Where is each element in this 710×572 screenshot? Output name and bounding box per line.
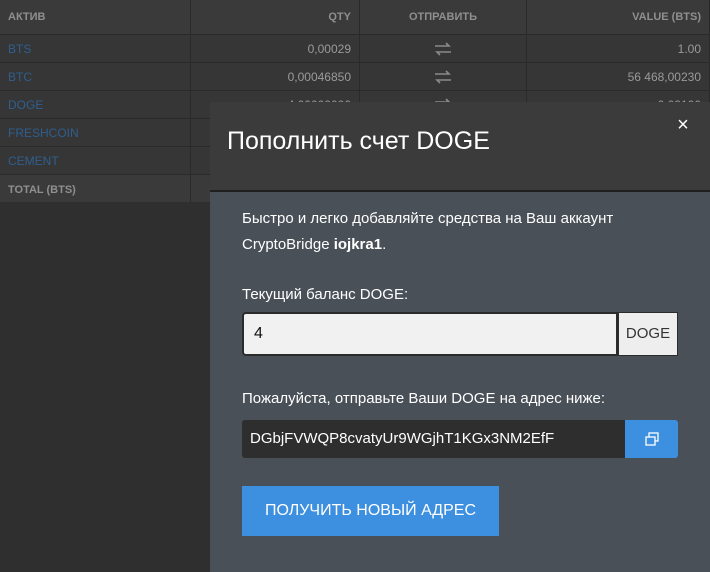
total-label: TOTAL (BTS) <box>8 183 76 196</box>
asset-cell[interactable]: BTC <box>0 62 191 91</box>
intro-prefix: Быстро и легко добавляйте средства на Ва… <box>242 210 614 253</box>
asset-link[interactable]: CEMENT <box>8 154 59 168</box>
qty-cell: 0,00029 <box>190 34 360 63</box>
account-name: iojkra1 <box>333 236 383 253</box>
qty-cell: 0,00046850 <box>190 62 360 91</box>
value-cell: 1.00 <box>526 34 710 63</box>
deposit-modal: Пополнить счет DOGE × Быстро и легко доб… <box>210 102 710 572</box>
asset-link[interactable]: BTC <box>8 70 32 84</box>
column-header-value[interactable]: VALUE (BTS) <box>526 0 710 35</box>
modal-title: Пополнить счет DOGE <box>227 127 490 155</box>
modal-body: Быстро и легко добавляйте средства на Ва… <box>242 206 678 536</box>
address-group: DGbjFVWQP8cvatyUr9WGjhT1KGx3NM2EfF <box>242 420 678 458</box>
page: АКТИВ QTY ОТПРАВИТЬ VALUE (BTS) BTS 0,00… <box>0 0 710 572</box>
transfer-arrows-icon[interactable] <box>433 42 453 56</box>
table-row: BTS 0,00029 1.00 <box>0 34 710 63</box>
asset-cell[interactable]: FRESHCOIN <box>0 118 191 147</box>
asset-link[interactable]: BTS <box>8 42 31 56</box>
column-header-asset[interactable]: АКТИВ <box>0 0 191 35</box>
table-row: BTC 0,00046850 56 468,00230 <box>0 62 710 91</box>
column-header-send: ОТПРАВИТЬ <box>359 0 527 35</box>
balance-group: DOGE <box>242 312 678 356</box>
asset-cell[interactable]: DOGE <box>0 90 191 119</box>
send-cell <box>359 62 527 91</box>
balance-unit: DOGE <box>618 312 678 356</box>
asset-cell[interactable]: CEMENT <box>0 146 191 175</box>
value-cell: 56 468,00230 <box>526 62 710 91</box>
send-cell <box>359 34 527 63</box>
table-header-row: АКТИВ QTY ОТПРАВИТЬ VALUE (BTS) <box>0 0 710 35</box>
intro-text: Быстро и легко добавляйте средства на Ва… <box>242 206 678 258</box>
get-new-address-button[interactable]: ПОЛУЧИТЬ НОВЫЙ АДРЕС <box>242 486 499 536</box>
close-icon[interactable]: × <box>674 115 692 135</box>
asset-cell[interactable]: BTS <box>0 34 191 63</box>
copy-icon <box>644 432 659 446</box>
asset-link[interactable]: FRESHCOIN <box>8 126 79 140</box>
modal-header: Пополнить счет DOGE × <box>210 102 710 192</box>
total-label-cell: TOTAL (BTS) <box>0 174 191 202</box>
asset-link[interactable]: DOGE <box>8 98 43 112</box>
intro-suffix: . <box>382 236 387 253</box>
column-header-qty[interactable]: QTY <box>190 0 360 35</box>
copy-address-button[interactable] <box>625 420 678 458</box>
deposit-address[interactable]: DGbjFVWQP8cvatyUr9WGjhT1KGx3NM2EfF <box>242 420 625 458</box>
balance-input[interactable] <box>242 312 618 356</box>
transfer-arrows-icon[interactable] <box>433 70 453 84</box>
balance-label: Текущий баланс DOGE: <box>242 286 409 303</box>
address-label: Пожалуйста, отправьте Ваши DOGE на адрес… <box>242 390 606 407</box>
